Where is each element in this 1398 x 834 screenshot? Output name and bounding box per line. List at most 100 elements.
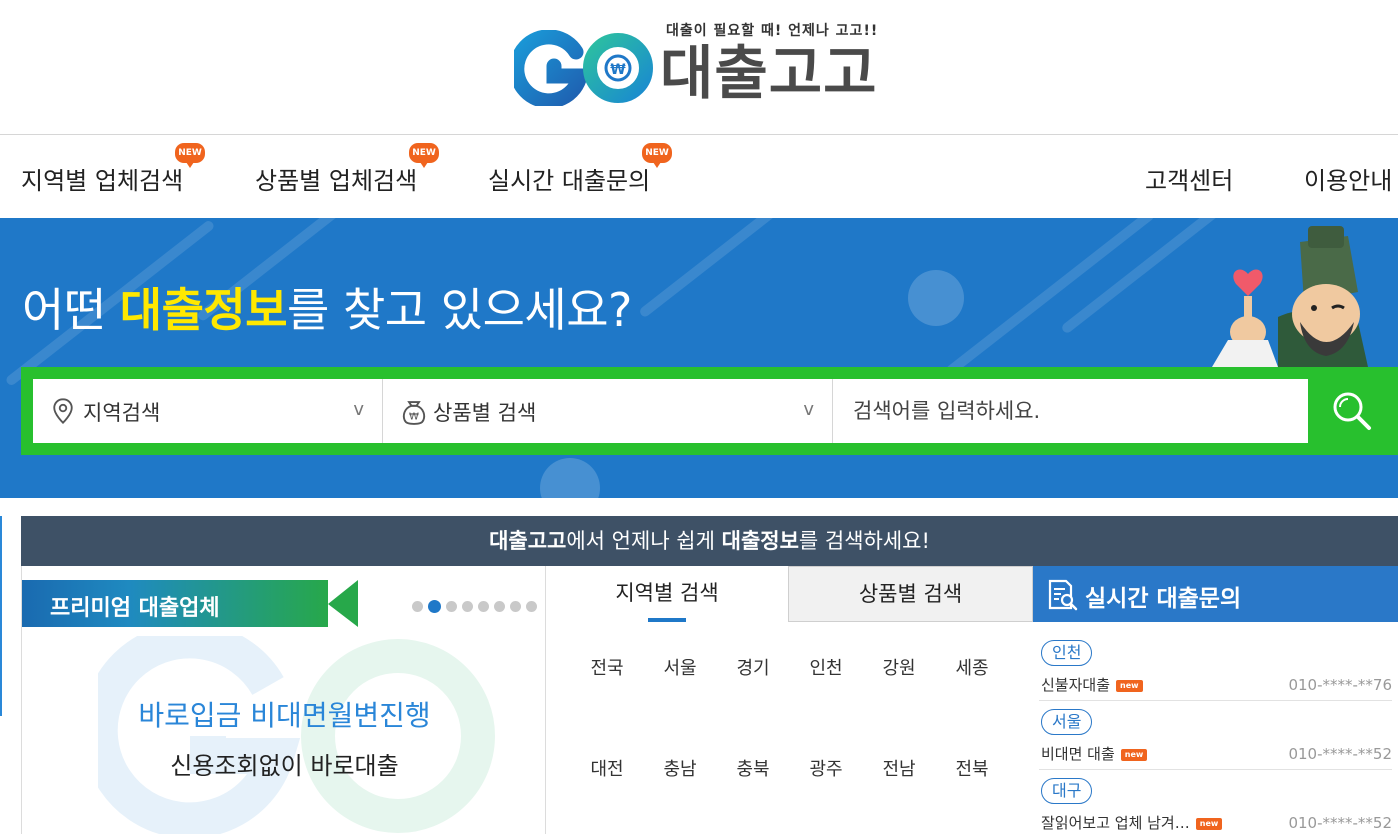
- new-badge: new: [1120, 748, 1148, 761]
- region-link[interactable]: 전북: [942, 755, 1002, 781]
- region-link[interactable]: 충북: [723, 755, 783, 781]
- new-badge: NEW: [175, 143, 205, 168]
- carousel-dots: [412, 596, 542, 615]
- inquiry-title-text: 비대면 대출: [1041, 745, 1115, 763]
- masked-phone: 010-****-**52: [1288, 814, 1392, 832]
- hero-title: 어떤 대출정보를 찾고 있으세요?: [22, 274, 632, 340]
- main-nav: 지역별 업체검색 NEW 상품별 업체검색 NEW 실시간 대출문의 NEW 고…: [0, 134, 1398, 218]
- hero-title-highlight: 대출정보: [119, 283, 288, 337]
- banner-text: 에서 언제나 쉽게: [566, 529, 722, 553]
- new-badge: NEW: [642, 143, 672, 168]
- region-tag: 서울: [1041, 709, 1093, 735]
- region-select[interactable]: 지역검색 v: [33, 379, 383, 443]
- nav-region-search[interactable]: 지역별 업체검색 NEW: [21, 143, 205, 196]
- carousel-dot[interactable]: [446, 601, 457, 612]
- inquiry-title-text: 잘읽어보고 업체 남겨…: [1041, 814, 1190, 832]
- hero-title-post: 를 찾고 있으세요?: [287, 283, 632, 337]
- svg-text:₩: ₩: [409, 412, 419, 423]
- product-select-label: 상품별 검색: [433, 401, 537, 425]
- region-link[interactable]: 충남: [650, 755, 710, 781]
- ad-subline: 신용조회없이 바로대출: [170, 752, 399, 780]
- money-bag-icon: ₩: [402, 401, 426, 425]
- new-badge: NEW: [409, 143, 439, 168]
- region-link[interactable]: 전국: [577, 654, 637, 680]
- nav-label: 상품별 업체검색: [255, 167, 418, 195]
- premium-tag: 프리미엄 대출업체: [22, 580, 358, 627]
- live-inquiry-list: 인천신불자대출 new 010-****-**76 서울비대면 대출 new 010-**…: [1039, 622, 1398, 834]
- carousel-dot[interactable]: [526, 601, 537, 612]
- masked-phone: 010-****-**76: [1288, 676, 1392, 694]
- site-header: ₩ 대출이 필요할 때! 언제나 고고!! 대출고고: [0, 0, 1398, 134]
- chevron-down-icon: v: [803, 399, 814, 420]
- premium-label: 프리미엄 대출업체: [50, 596, 220, 621]
- ad-headline[interactable]: 바로입금 비대면월변진행: [22, 694, 545, 734]
- new-badge: new: [1195, 817, 1223, 830]
- carousel-dot[interactable]: [412, 601, 423, 612]
- magnifier-icon: [1333, 392, 1371, 430]
- live-inquiry-title: 실시간 대출문의: [1085, 586, 1242, 612]
- live-inquiry-item[interactable]: 인천신불자대출 new 010-****-**76: [1039, 632, 1392, 701]
- carousel-dot[interactable]: [494, 601, 505, 612]
- carousel-dot[interactable]: [462, 601, 473, 612]
- search-input[interactable]: [833, 379, 1308, 443]
- live-inquiry-header: 실시간 대출문의: [1033, 566, 1398, 622]
- region-tag: 대구: [1041, 778, 1093, 804]
- nav-label: 이용안내: [1304, 167, 1393, 195]
- new-badge: new: [1116, 679, 1143, 692]
- svg-text:₩: ₩: [610, 62, 626, 78]
- hero-section: 어떤 대출정보를 찾고 있으세요? 지역검색 v ₩ 상품별 검색 v 검색어를…: [0, 218, 1398, 498]
- nav-customer-center[interactable]: 고객센터: [1145, 161, 1233, 196]
- nav-label: 지역별 업체검색: [21, 167, 184, 195]
- tab-product-search[interactable]: 상품별 검색: [788, 566, 1033, 622]
- go-watermark-logo: [98, 636, 495, 834]
- region-link[interactable]: 전남: [869, 755, 929, 781]
- live-inquiry-item[interactable]: 대구잘읽어보고 업체 남겨… new 010-****-**52: [1039, 770, 1392, 834]
- region-link[interactable]: 경기: [723, 654, 783, 680]
- carousel-dot[interactable]: [510, 601, 521, 612]
- region-link[interactable]: 강원: [869, 654, 929, 680]
- map-pin-icon: [53, 398, 73, 424]
- carousel-dot[interactable]: [478, 601, 489, 612]
- hero-title-pre: 어떤: [22, 283, 120, 337]
- region-link[interactable]: 서울: [650, 654, 710, 680]
- nav-live-inquiry[interactable]: 실시간 대출문의 NEW: [488, 143, 672, 196]
- region-link[interactable]: 세종: [942, 654, 1002, 680]
- banner-brand: 대출고고: [489, 529, 567, 553]
- decor-streak: [638, 218, 802, 319]
- logo-name: 대출고고: [660, 39, 878, 107]
- masked-phone: 010-****-**52: [1288, 745, 1392, 763]
- inquiry-title-text: 신불자대출: [1041, 676, 1111, 694]
- nav-label: 실시간 대출문의: [488, 167, 651, 195]
- logo-go-mark: ₩: [514, 30, 653, 106]
- carousel-dot[interactable]: [428, 600, 441, 613]
- region-tag: 인천: [1041, 640, 1093, 666]
- nav-label: 고객센터: [1145, 167, 1234, 195]
- decor-streak: [944, 218, 1156, 377]
- inquiry-title: 잘읽어보고 업체 남겨… new: [1041, 812, 1223, 833]
- banner-text: 를 검색하세요!: [798, 529, 930, 553]
- inquiry-title: 신불자대출 new: [1041, 674, 1143, 695]
- live-inquiry-panel: 실시간 대출문의 인천신불자대출 new 010-****-**76 서울비대면 대출…: [1033, 566, 1398, 834]
- info-banner: 대출고고에서 언제나 쉽게 대출정보를 검색하세요!: [21, 516, 1398, 566]
- region-link[interactable]: 인천: [796, 654, 856, 680]
- decor-bubble: [908, 270, 964, 326]
- left-edge-accent: [0, 516, 2, 716]
- region-link[interactable]: 대전: [577, 755, 637, 781]
- inquiry-title: 비대면 대출 new: [1041, 743, 1148, 764]
- region-select-label: 지역검색: [83, 401, 161, 425]
- king-mascot-illustration: [1212, 226, 1368, 367]
- nav-product-search[interactable]: 상품별 업체검색 NEW: [255, 143, 439, 196]
- region-link[interactable]: 광주: [796, 755, 856, 781]
- search-button[interactable]: [1308, 367, 1398, 455]
- product-select[interactable]: ₩ 상품별 검색 v: [383, 379, 833, 443]
- live-inquiry-item[interactable]: 서울비대면 대출 new 010-****-**52: [1039, 701, 1392, 770]
- nav-guide[interactable]: 이용안내: [1304, 161, 1392, 196]
- site-logo[interactable]: ₩ 대출이 필요할 때! 언제나 고고!! 대출고고: [514, 20, 904, 112]
- chevron-down-icon: v: [353, 399, 364, 420]
- banner-keyword: 대출정보: [721, 529, 799, 553]
- document-search-icon: [1048, 579, 1078, 611]
- tab-region-search[interactable]: 지역별 검색: [546, 566, 788, 622]
- search-tabs-panel: 지역별 검색 상품별 검색 전국 서울 경기 인천 강원 세종대전 충남 충북 광주 전남 전북: [546, 566, 1033, 834]
- search-box: 지역검색 v ₩ 상품별 검색 v: [33, 379, 1308, 443]
- logo-tagline: 대출이 필요할 때! 언제나 고고!!: [666, 23, 879, 39]
